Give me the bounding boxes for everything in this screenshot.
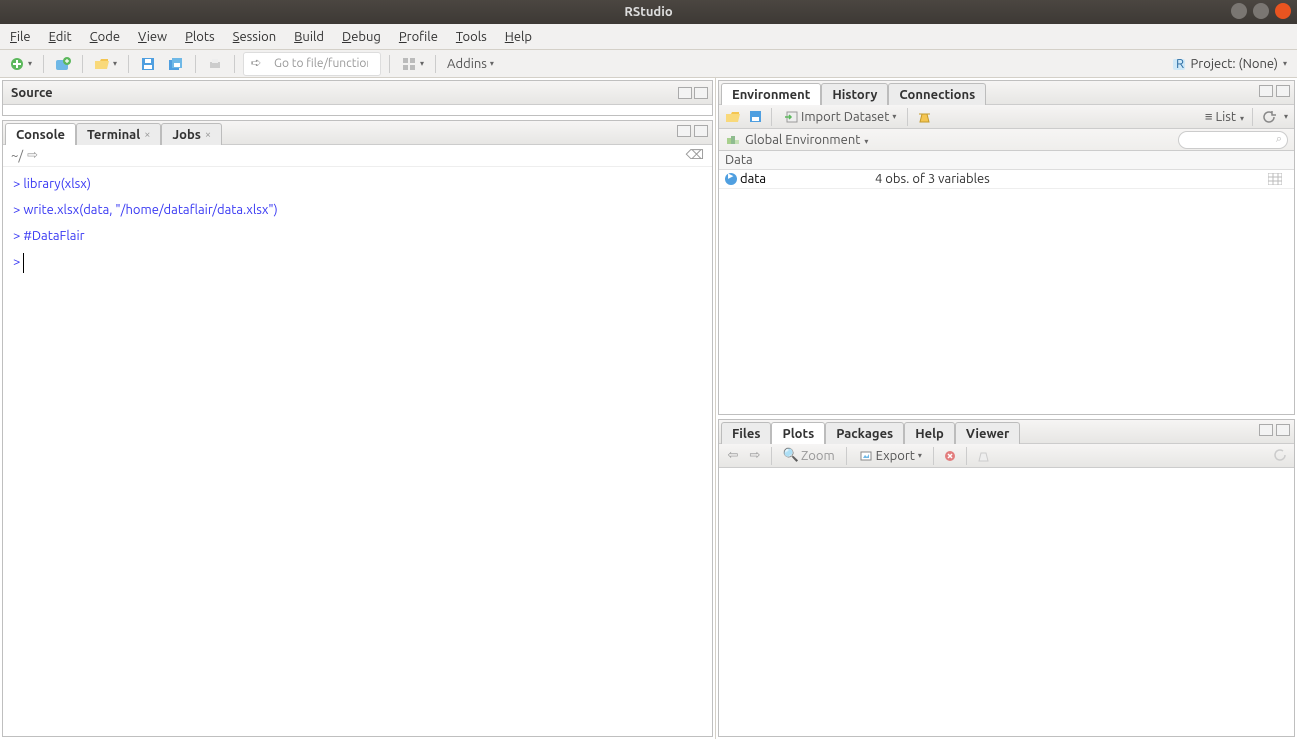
scope-icon [725, 132, 741, 148]
tab-plots[interactable]: Plots [771, 422, 825, 444]
import-dataset-button[interactable]: Import Dataset ▾ [780, 108, 899, 126]
grid-icon [401, 56, 417, 72]
refresh-plots-icon[interactable] [1272, 447, 1288, 463]
menubar: File Edit Code View Plots Session Build … [0, 24, 1297, 50]
list-view-toggle[interactable]: ≡ List ▾ [1205, 109, 1244, 124]
env-search-input[interactable] [1178, 131, 1288, 149]
svg-text:R: R [1176, 57, 1184, 71]
plots-minimize-button[interactable] [1259, 424, 1273, 436]
save-all-button[interactable] [165, 55, 187, 73]
run-arrow-icon[interactable]: ⇨ [27, 148, 38, 163]
close-icon[interactable]: × [205, 129, 211, 141]
console-maximize-button[interactable] [694, 125, 708, 137]
tab-connections[interactable]: Connections [888, 83, 986, 105]
plots-maximize-button[interactable] [1276, 424, 1290, 436]
env-maximize-button[interactable] [1276, 85, 1290, 97]
env-row-data[interactable]: data 4 obs. of 3 variables [719, 170, 1294, 189]
save-button[interactable] [137, 55, 159, 73]
addins-label: Addins [447, 57, 487, 71]
goto-arrow-icon: ➪ [248, 56, 264, 72]
window-title: RStudio [624, 5, 672, 19]
tab-terminal[interactable]: Terminal× [76, 123, 161, 145]
source-maximize-button[interactable] [694, 87, 708, 99]
project-plus-icon [55, 56, 71, 72]
goto-file-function[interactable]: ➪ [243, 52, 381, 76]
prev-plot-icon[interactable]: ⇦ [725, 448, 741, 464]
print-icon [207, 56, 223, 72]
save-icon [140, 56, 156, 72]
menu-build[interactable]: Build [294, 30, 324, 44]
load-workspace-icon[interactable] [725, 109, 741, 125]
menu-session[interactable]: Session [233, 30, 276, 44]
menu-code[interactable]: Code [90, 30, 120, 44]
menu-edit[interactable]: Edit [49, 30, 72, 44]
folder-open-icon [94, 56, 110, 72]
tab-viewer[interactable]: Viewer [955, 422, 1021, 444]
console-minimize-button[interactable] [677, 125, 691, 137]
scope-selector[interactable]: Global Environment ▾ [745, 133, 868, 147]
clear-plots-icon[interactable] [975, 448, 991, 464]
menu-plots[interactable]: Plots [185, 30, 215, 44]
grid-view-icon[interactable] [1268, 173, 1288, 185]
env-section-data: Data [719, 151, 1294, 170]
console-body[interactable]: > library(xlsx) > write.xlsx(data, "/hom… [3, 167, 712, 736]
close-button[interactable] [1275, 3, 1291, 19]
zoom-button[interactable]: 🔍 Zoom [780, 447, 838, 465]
console-pane: Console Terminal× Jobs× ~/ ⇨ ⌫ > library… [2, 120, 713, 737]
print-button[interactable] [204, 55, 226, 73]
next-plot-icon[interactable]: ⇨ [747, 448, 763, 464]
import-icon [783, 109, 799, 125]
menu-tools[interactable]: Tools [456, 30, 487, 44]
tab-environment[interactable]: Environment [721, 83, 821, 105]
tab-packages[interactable]: Packages [825, 422, 904, 444]
tab-help[interactable]: Help [904, 422, 955, 444]
menu-view[interactable]: View [138, 30, 167, 44]
export-button[interactable]: Export ▾ [855, 447, 925, 465]
console-path: ~/ [11, 149, 23, 163]
save-all-icon [168, 56, 184, 72]
grid-view-button[interactable]: ▾ [398, 55, 427, 73]
remove-plot-icon[interactable] [942, 448, 958, 464]
new-project-button[interactable] [52, 55, 74, 73]
env-minimize-button[interactable] [1259, 85, 1273, 97]
save-workspace-icon[interactable] [747, 109, 763, 125]
new-file-icon [9, 56, 25, 72]
tab-history[interactable]: History [821, 83, 888, 105]
goto-input[interactable] [266, 54, 376, 74]
maximize-button[interactable] [1253, 3, 1269, 19]
source-minimize-button[interactable] [678, 87, 692, 99]
source-title: Source [11, 86, 53, 100]
export-icon [858, 448, 874, 464]
source-pane: Source [2, 80, 713, 116]
titlebar: RStudio [0, 0, 1297, 24]
environment-pane: Environment History Connections Import D… [718, 80, 1295, 415]
main-toolbar: ▾ ▾ ➪ ▾ Addins ▾ R Project: (None) ▾ [0, 50, 1297, 78]
minimize-button[interactable] [1231, 3, 1247, 19]
menu-debug[interactable]: Debug [342, 30, 381, 44]
expand-icon[interactable] [725, 173, 737, 185]
refresh-icon[interactable] [1261, 109, 1277, 125]
project-selector[interactable]: R Project: (None) ▾ [1171, 56, 1291, 72]
clear-env-icon[interactable] [916, 109, 932, 125]
zoom-icon: 🔍 [783, 448, 799, 464]
project-icon: R [1171, 56, 1187, 72]
open-file-button[interactable]: ▾ [91, 55, 120, 73]
new-file-button[interactable]: ▾ [6, 55, 35, 73]
menu-help[interactable]: Help [505, 30, 532, 44]
project-label: Project: (None) [1191, 57, 1278, 71]
tab-console[interactable]: Console [5, 123, 76, 145]
menu-file[interactable]: File [10, 30, 31, 44]
tab-jobs[interactable]: Jobs× [161, 123, 222, 145]
addins-menu[interactable]: Addins ▾ [444, 56, 497, 72]
close-icon[interactable]: × [144, 129, 150, 141]
broom-icon[interactable]: ⌫ [686, 148, 704, 163]
search-icon: ⌕ [1276, 133, 1282, 146]
plots-pane: Files Plots Packages Help Viewer ⇦ ⇨ 🔍 Z… [718, 419, 1295, 737]
tab-files[interactable]: Files [721, 422, 771, 444]
plot-area [719, 468, 1294, 736]
menu-profile[interactable]: Profile [399, 30, 438, 44]
